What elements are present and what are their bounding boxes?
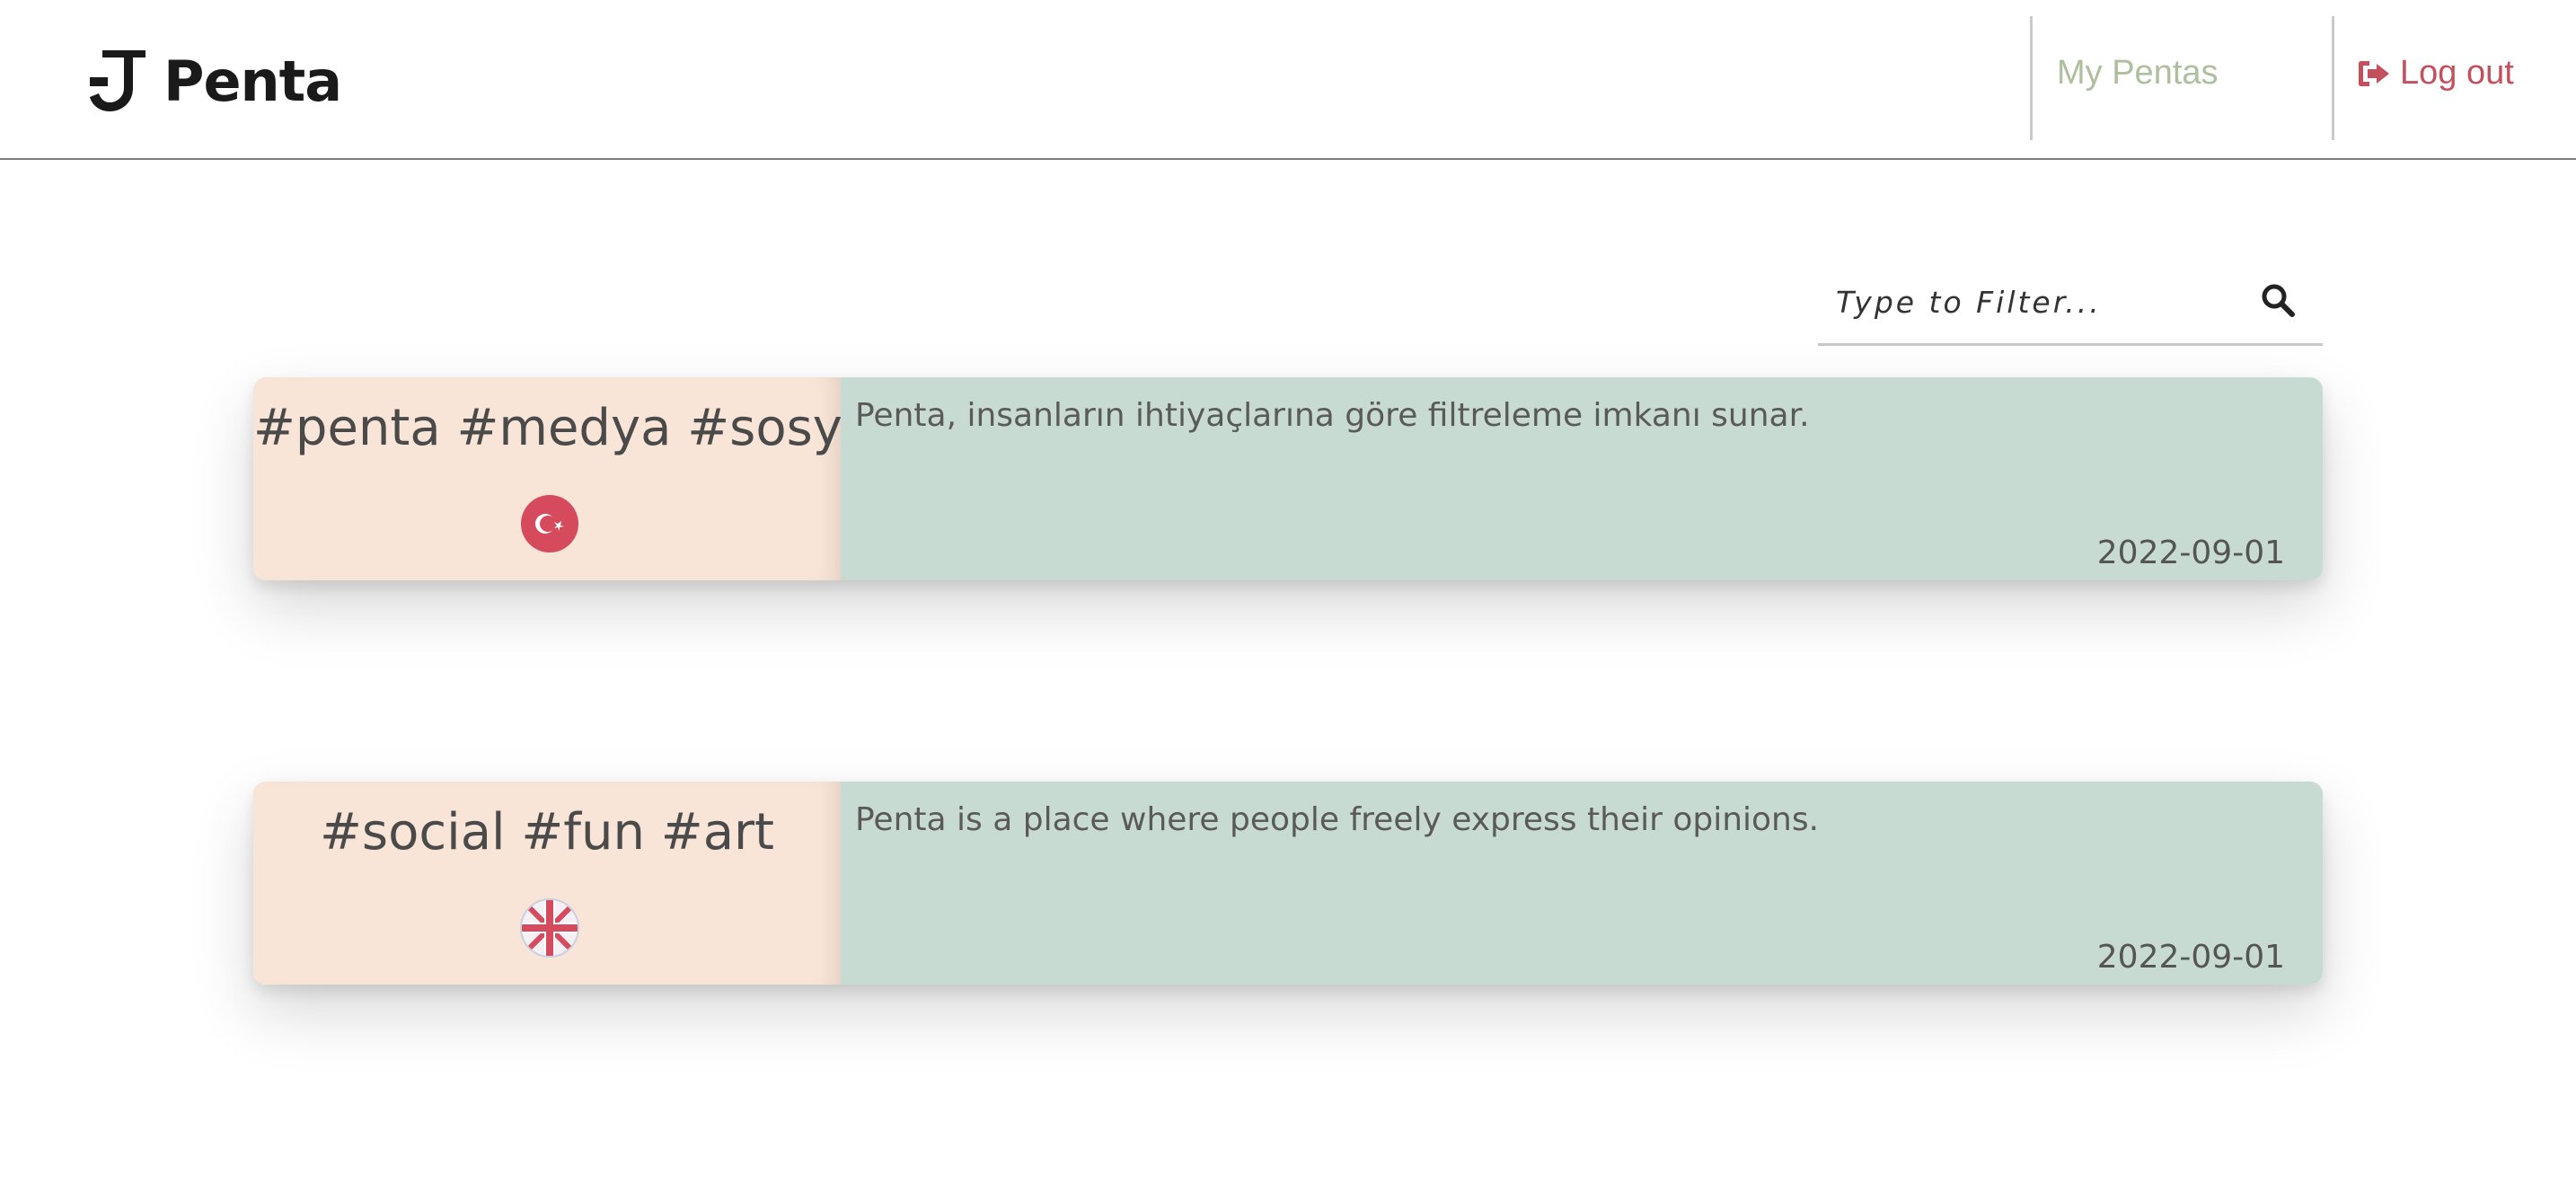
- post-date: 2022-09-01: [2096, 939, 2285, 976]
- nav-divider: [2030, 16, 2033, 140]
- logout-label: Log out: [2400, 54, 2514, 92]
- post-body: Penta is a place where people freely exp…: [841, 782, 2323, 985]
- post-text: Penta, insanların ihtiyaçlarına göre fil…: [855, 397, 1810, 434]
- nav-divider: [2332, 16, 2334, 140]
- brand-name: Penta: [163, 48, 342, 114]
- turkey-flag-icon: [521, 495, 578, 552]
- my-pentas-link[interactable]: My Pentas: [2057, 54, 2219, 93]
- uk-flag-icon: [520, 898, 579, 958]
- post-tags: #penta #medya #sosyal: [253, 399, 887, 457]
- post-tags: #social #fun #art: [319, 803, 775, 861]
- sign-out-icon: [2359, 60, 2389, 86]
- post-tags-panel: #penta #medya #sosyal: [253, 377, 887, 580]
- post-body: Penta, insanların ihtiyaçlarına göre fil…: [841, 377, 2323, 580]
- post-card[interactable]: #social #fun #art Penta is a place where…: [253, 782, 2323, 985]
- filter-input[interactable]: [1834, 278, 2260, 325]
- post-tags-panel: #social #fun #art: [253, 782, 841, 985]
- post-card[interactable]: #penta #medya #sosyal Penta, insanların …: [253, 377, 2323, 580]
- top-navbar: Penta My Pentas Log out: [0, 0, 2576, 160]
- logout-link[interactable]: Log out: [2357, 54, 2514, 93]
- post-date: 2022-09-01: [2096, 535, 2285, 571]
- post-text: Penta is a place where people freely exp…: [855, 801, 1820, 838]
- brand[interactable]: Penta: [86, 45, 342, 117]
- penta-logo-icon: [90, 50, 146, 111]
- search-icon[interactable]: [2258, 280, 2298, 320]
- filter-box: [1818, 266, 2323, 346]
